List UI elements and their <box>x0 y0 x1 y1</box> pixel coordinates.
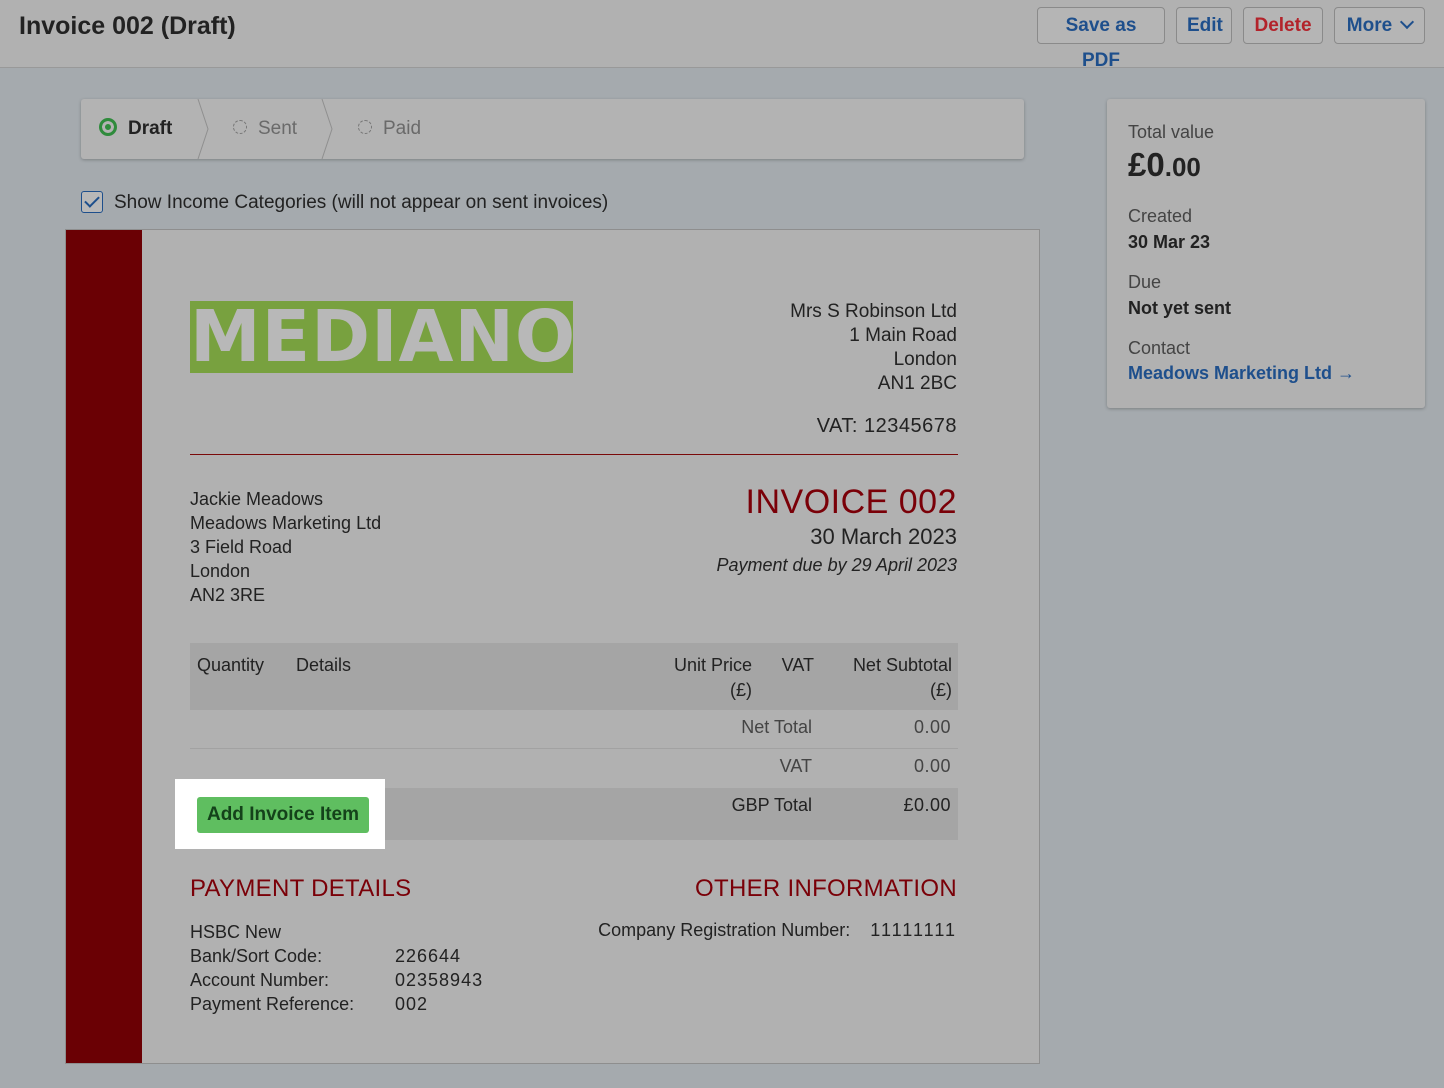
step-paid[interactable]: Paid <box>358 99 421 159</box>
other-information-title: OTHER INFORMATION <box>695 875 957 902</box>
radio-empty-icon <box>233 119 247 134</box>
add-invoice-item-button[interactable]: Add Invoice Item <box>197 797 369 833</box>
payment-details-title: PAYMENT DETAILS <box>190 875 412 902</box>
recipient-company: Meadows Marketing Ltd <box>190 513 382 533</box>
net-total-label: Net Total <box>741 717 812 737</box>
gbp-total-label: GBP Total <box>731 795 812 815</box>
bank-name: HSBC New <box>190 922 282 942</box>
col-unit-price-unit: (£) <box>730 680 752 700</box>
vat-total-label: VAT <box>779 756 812 776</box>
step-draft[interactable]: Draft <box>99 99 172 159</box>
total-value-main: £0 <box>1128 146 1165 183</box>
step-separator-icon <box>197 99 209 159</box>
status-stepper: Draft Sent Paid <box>81 99 1024 159</box>
company-registration-label: Company Registration Number: <box>598 920 851 940</box>
step-separator-icon <box>321 99 333 159</box>
contact-label: Contact <box>1128 338 1191 358</box>
sender-vat-number: VAT: 12345678 <box>816 415 957 437</box>
invoice-title: INVOICE 002 <box>745 483 957 521</box>
sender-city: London <box>893 349 957 370</box>
invoice-due-date: Payment due by 29 April 2023 <box>716 555 958 575</box>
save-as-pdf-button[interactable]: Save as PDF <box>1037 7 1165 71</box>
radio-empty-icon <box>358 119 372 134</box>
col-unit-price: Unit Price (£) <box>674 653 752 703</box>
gbp-total-value: £0.00 <box>903 795 951 815</box>
sender-address: Mrs S Robinson Ltd 1 Main Road London AN… <box>790 300 957 396</box>
total-value: £0.00 <box>1128 146 1201 184</box>
invoice-document: MEDIANODE Mrs S Robinson Ltd 1 Main Road… <box>65 229 1040 1064</box>
col-vat: VAT <box>781 655 814 675</box>
items-table-header: Quantity Details Unit Price (£) VAT Net … <box>190 643 958 710</box>
edit-button[interactable]: Edit <box>1176 7 1232 44</box>
account-number-label: Account Number: <box>190 970 330 990</box>
summary-panel: Total value £0.00 Created 30 Mar 23 Due … <box>1107 99 1425 408</box>
recipient-address: Jackie Meadows Meadows Marketing Ltd 3 F… <box>190 487 381 607</box>
step-draft-label: Draft <box>128 118 173 139</box>
created-label: Created <box>1128 206 1193 226</box>
header-bar: Invoice 002 (Draft) Save as PDF Edit Del… <box>0 0 1444 71</box>
total-value-label: Total value <box>1128 122 1215 142</box>
recipient-line1: 3 Field Road <box>190 537 293 557</box>
other-information: Company Registration Number: 11111111 <box>598 920 957 941</box>
invoice-date: 30 March 2023 <box>810 524 957 549</box>
step-sent[interactable]: Sent <box>233 99 297 159</box>
due-value: Not yet sent <box>1128 298 1232 318</box>
divider <box>190 454 958 455</box>
recipient-name: Jackie Meadows <box>190 489 324 509</box>
more-button[interactable]: More <box>1334 7 1425 44</box>
company-registration-value: 11111111 <box>870 920 957 940</box>
col-net-subtotal-unit: (£) <box>930 680 952 700</box>
sender-name: Mrs S Robinson Ltd <box>790 301 957 322</box>
col-quantity: Quantity <box>197 655 265 675</box>
more-button-label: More <box>1346 15 1393 36</box>
chevron-down-icon <box>1400 14 1415 30</box>
recipient-postcode: AN2 3RE <box>190 585 266 605</box>
vat-total-value: 0.00 <box>913 756 951 776</box>
radio-filled-icon <box>99 117 117 136</box>
payment-reference-label: Payment Reference: <box>190 994 355 1014</box>
recipient-city: London <box>190 561 251 581</box>
col-net-subtotal-label: Net Subtotal <box>852 655 952 675</box>
payment-details: HSBC New Bank/Sort Code: 226644 Account N… <box>190 920 483 1016</box>
payment-reference-value: 002 <box>395 994 429 1014</box>
show-income-categories-label[interactable]: Show Income Categories (will not appear … <box>114 192 608 214</box>
col-details: Details <box>296 655 352 675</box>
show-income-categories-checkbox[interactable] <box>81 191 103 213</box>
total-value-decimals: .00 <box>1164 152 1201 182</box>
contact-link[interactable]: Meadows Marketing Ltd → <box>1128 363 1355 384</box>
page-title: Invoice 002 (Draft) <box>19 12 236 40</box>
col-net-subtotal: Net Subtotal (£) <box>853 653 952 703</box>
step-paid-label: Paid <box>383 118 422 139</box>
account-number-value: 02358943 <box>395 970 484 990</box>
sender-line1: 1 Main Road <box>849 325 957 346</box>
sort-code-value: 226644 <box>395 946 462 966</box>
delete-button[interactable]: Delete <box>1243 7 1323 44</box>
due-label: Due <box>1128 272 1162 292</box>
net-total-value: 0.00 <box>913 717 951 737</box>
sort-code-label: Bank/Sort Code: <box>190 946 323 966</box>
step-sent-label: Sent <box>258 118 298 139</box>
brand-stripe <box>66 230 142 1063</box>
sender-postcode: AN1 2BC <box>877 373 957 394</box>
row-divider <box>190 748 958 749</box>
company-logo: MEDIANODE <box>190 301 573 373</box>
created-value: 30 Mar 23 <box>1128 232 1211 252</box>
col-unit-price-label: Unit Price <box>673 655 752 675</box>
